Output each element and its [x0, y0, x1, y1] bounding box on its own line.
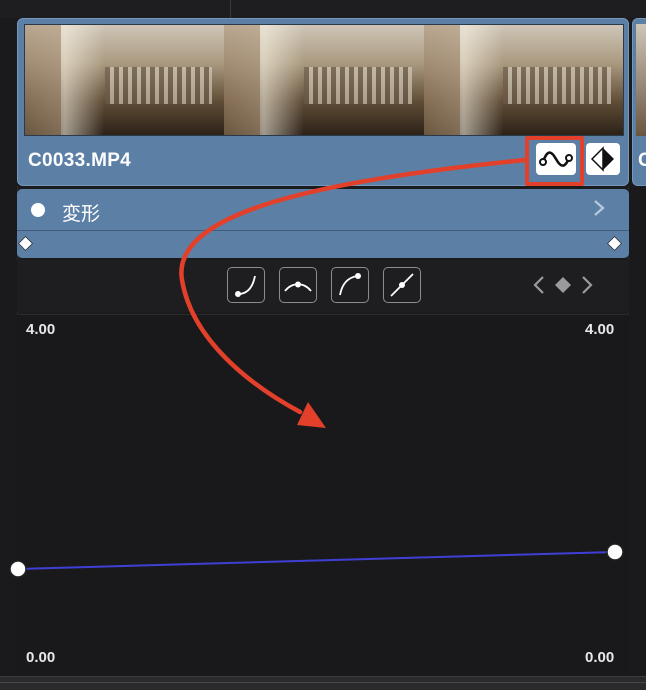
curve-overlay: [9, 157, 624, 578]
annotation-arrow: [179, 157, 528, 415]
curve-keyframe-end[interactable]: [606, 543, 624, 561]
bottom-divider: [0, 682, 646, 683]
annotation-arrowhead: [297, 402, 326, 428]
curve-keyframe-start[interactable]: [9, 560, 27, 578]
timeline-bottom-strip: [0, 676, 646, 690]
animation-curve-line: [17, 551, 616, 570]
